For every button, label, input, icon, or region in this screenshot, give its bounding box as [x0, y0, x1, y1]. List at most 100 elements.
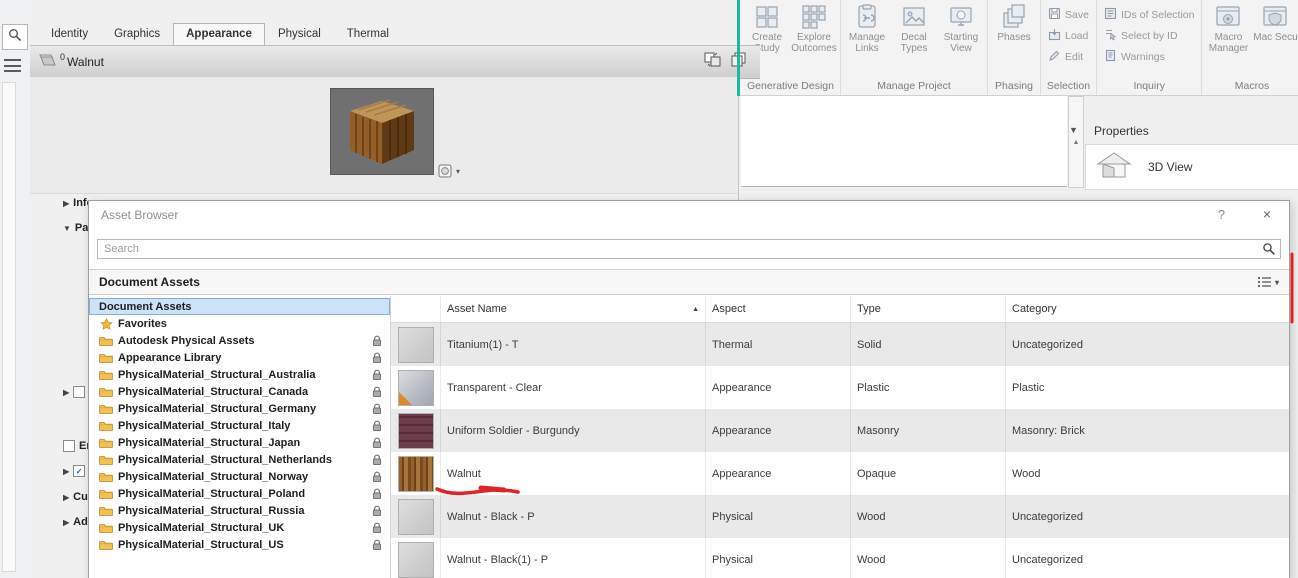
folder-icon: [99, 437, 113, 448]
view-options-button[interactable]: ▾: [1257, 276, 1279, 288]
ribbon-button-explore-outcomes[interactable]: Explore Outcomes: [791, 1, 837, 80]
material-preview-image: [330, 88, 434, 175]
tree-item-label: Autodesk Physical Assets: [118, 335, 255, 347]
tab-appearance[interactable]: Appearance: [173, 23, 265, 45]
tree-item-document-assets[interactable]: Document Assets: [89, 298, 390, 315]
column-header-asset-name[interactable]: Asset Name▲: [441, 296, 706, 322]
ribbon-item-save[interactable]: Save: [1048, 7, 1089, 23]
tab-thermal[interactable]: Thermal: [334, 23, 402, 45]
tree-item-label: Favorites: [118, 318, 167, 330]
dialog-body: Document Assets Favorites Autodesk Physica…: [89, 296, 1289, 578]
tree-item-physicalmaterial-structural-australia[interactable]: PhysicalMaterial_Structural_Australia: [89, 366, 390, 383]
ribbon-item-select-by-id[interactable]: Select by ID: [1104, 28, 1195, 44]
tree-item-physicalmaterial-structural-canada[interactable]: PhysicalMaterial_Structural_Canada: [89, 383, 390, 400]
material-tabs: IdentityGraphicsAppearancePhysicalTherma…: [38, 22, 402, 45]
tree-item-label: Appearance Library: [118, 352, 221, 364]
asset-thumbnail: [398, 499, 434, 535]
search-input[interactable]: [97, 239, 1281, 259]
cell-type: Plastic: [851, 366, 1006, 409]
dialog-titlebar[interactable]: Asset Browser ? ×: [89, 201, 1289, 229]
ribbon-button-macro-manager[interactable]: Macro Manager: [1205, 1, 1251, 80]
ribbon-button-manage-links[interactable]: Manage Links: [844, 1, 890, 80]
cell-aspect: Thermal: [706, 323, 851, 366]
search-tool-button[interactable]: [2, 24, 28, 50]
cell-aspect: Physical: [706, 495, 851, 538]
tree-item-physicalmaterial-structural-netherlands[interactable]: PhysicalMaterial_Structural_Netherlands: [89, 451, 390, 468]
view-selector[interactable]: 3D View: [1085, 144, 1298, 190]
view-label: 3D View: [1148, 160, 1192, 174]
column-header-type[interactable]: Type: [851, 296, 1006, 322]
tree-item-physicalmaterial-structural-us[interactable]: PhysicalMaterial_Structural_US: [89, 536, 390, 553]
tree-item-physicalmaterial-structural-norway[interactable]: PhysicalMaterial_Structural_Norway: [89, 468, 390, 485]
ribbon-group-label: Inquiry: [1100, 80, 1199, 95]
help-button[interactable]: ?: [1218, 207, 1225, 222]
tree-item-autodesk-physical-assets[interactable]: Autodesk Physical Assets: [89, 332, 390, 349]
folder-icon: [99, 403, 113, 414]
star-icon: [99, 318, 113, 330]
revit-window: Create StudyExplore OutcomesGenerative D…: [0, 0, 1298, 578]
left-scrollbar[interactable]: [2, 82, 16, 572]
cell-aspect: Appearance: [706, 366, 851, 409]
folder-icon: [99, 539, 113, 550]
tree-item-physicalmaterial-structural-poland[interactable]: PhysicalMaterial_Structural_Poland: [89, 485, 390, 502]
ribbon-button-phases[interactable]: Phases: [991, 1, 1037, 80]
lock-icon: [372, 488, 382, 500]
tab-identity[interactable]: Identity: [38, 23, 101, 45]
tree-item-physicalmaterial-structural-japan[interactable]: PhysicalMaterial_Structural_Japan: [89, 434, 390, 451]
collapsed-arrow-icon: ▶: [63, 493, 69, 502]
close-button[interactable]: ×: [1263, 206, 1271, 222]
section-checkbox[interactable]: [63, 440, 75, 452]
table-body: Titanium(1) - TThermalSolidUncategorized…: [391, 323, 1289, 578]
folder-icon: [99, 335, 113, 346]
material-preview: ▾: [30, 77, 738, 194]
tab-physical[interactable]: Physical: [265, 23, 334, 45]
ribbon-group-label: Macros: [1205, 80, 1298, 95]
lock-icon: [372, 386, 382, 398]
tree-item-appearance-library[interactable]: Appearance Library: [89, 349, 390, 366]
ribbon-button-decal-types[interactable]: Decal Types: [891, 1, 937, 80]
cell-name: Titanium(1) - T: [441, 323, 706, 366]
table-row-uniform-soldier-burgundy[interactable]: Uniform Soldier - BurgundyAppearanceMaso…: [391, 409, 1289, 452]
folder-icon: [99, 488, 113, 499]
table-row-walnut-black-1-p[interactable]: Walnut - Black(1) - PPhysicalWoodUncateg…: [391, 538, 1289, 578]
table-row-transparent-clear[interactable]: Transparent - ClearAppearancePlasticPlas…: [391, 366, 1289, 409]
ribbon-button-mac-secu[interactable]: Mac Secu: [1252, 1, 1298, 80]
table-row-titanium-1-t[interactable]: Titanium(1) - TThermalSolidUncategorized: [391, 323, 1289, 366]
search-icon[interactable]: [1262, 242, 1276, 261]
section-checkbox[interactable]: [73, 386, 85, 398]
tree-item-physicalmaterial-structural-italy[interactable]: PhysicalMaterial_Structural_Italy: [89, 417, 390, 434]
lock-icon: [372, 437, 382, 449]
preview-scene-dropdown[interactable]: ▾: [438, 164, 460, 178]
ribbon-item-load[interactable]: Load: [1048, 28, 1089, 44]
cell-type: Opaque: [851, 452, 1006, 495]
cell-aspect: Physical: [706, 538, 851, 578]
drawing-area: [741, 96, 1067, 187]
sort-ascending-icon: ▲: [686, 306, 699, 313]
menu-icon[interactable]: [4, 59, 21, 72]
manage-links-icon: [854, 4, 880, 30]
ribbon-button-starting-view[interactable]: Starting View: [938, 1, 984, 80]
tree-item-physicalmaterial-structural-germany[interactable]: PhysicalMaterial_Structural_Germany: [89, 400, 390, 417]
ribbon-item-edit[interactable]: Edit: [1048, 49, 1089, 65]
replace-asset-button[interactable]: [704, 52, 721, 72]
ribbon-group-inquiry: IDs of Selection Select by ID Warnings Inqu…: [1097, 0, 1203, 95]
ribbon-item-warnings[interactable]: Warnings: [1104, 49, 1195, 65]
column-header-aspect[interactable]: Aspect: [706, 296, 851, 322]
filter-icon[interactable]: ▼: [1069, 125, 1078, 135]
tree-item-physicalmaterial-structural-uk[interactable]: PhysicalMaterial_Structural_UK: [89, 519, 390, 536]
tab-graphics[interactable]: Graphics: [101, 23, 173, 45]
tree-item-label: PhysicalMaterial_Structural_Italy: [118, 420, 290, 432]
canvas-scrollbar[interactable]: ▲: [1068, 96, 1084, 188]
column-header-category[interactable]: Category: [1006, 296, 1289, 322]
column-label: Category: [1012, 303, 1057, 315]
lock-icon: [372, 471, 382, 483]
tree-item-physicalmaterial-structural-russia[interactable]: PhysicalMaterial_Structural_Russia: [89, 502, 390, 519]
section-checkbox[interactable]: ✓: [73, 465, 85, 477]
cell-name: Uniform Soldier - Burgundy: [441, 409, 706, 452]
table-row-walnut-black-p[interactable]: Walnut - Black - PPhysicalWoodUncategori…: [391, 495, 1289, 538]
table-row-walnut[interactable]: WalnutAppearanceOpaqueWood: [391, 452, 1289, 495]
tree-item-favorites[interactable]: Favorites: [89, 315, 390, 332]
ribbon-item-ids-of-selection[interactable]: IDs of Selection: [1104, 7, 1195, 23]
lock-icon: [372, 522, 382, 534]
ribbon-group-phasing: PhasesPhasing: [988, 0, 1041, 95]
